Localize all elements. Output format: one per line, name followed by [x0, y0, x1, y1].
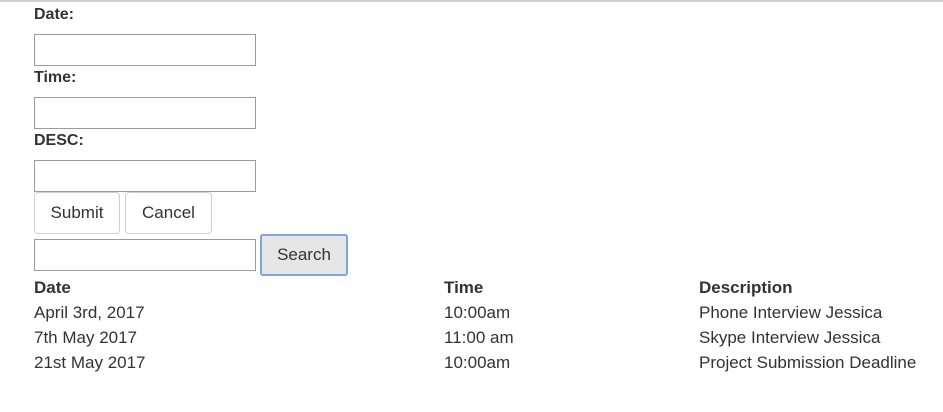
column-header-time: Time: [444, 278, 484, 297]
row-description-cell: Skype Interview Jessica: [699, 328, 881, 347]
row-time-cell: 10:00am: [444, 353, 511, 372]
row-time-cell: 11:00 am: [444, 328, 514, 347]
table-row: April 3rd, 2017 10:00am Phone Interview …: [34, 303, 939, 328]
desc-field[interactable]: [34, 160, 256, 192]
date-label: Date:: [34, 6, 75, 23]
page-top-border: [0, 0, 943, 2]
row-date-cell: April 3rd, 2017: [34, 303, 145, 322]
row-description-cell: Phone Interview Jessica: [699, 303, 883, 322]
submit-button[interactable]: Submit: [34, 192, 120, 234]
table-row: 7th May 2017 11:00 am Skype Interview Je…: [34, 328, 939, 353]
row-date-cell: 7th May 2017: [34, 328, 138, 347]
time-field[interactable]: [34, 97, 256, 129]
row-description-cell: Project Submission Deadline: [699, 353, 917, 372]
column-header-description: Description: [699, 278, 793, 297]
appointments-table: Date Time Description April 3rd, 2017 10…: [34, 278, 939, 378]
table-row: 21st May 2017 10:00am Project Submission…: [34, 353, 939, 378]
date-field[interactable]: [34, 34, 256, 66]
search-input[interactable]: [34, 239, 256, 271]
desc-label: DESC:: [34, 132, 84, 149]
row-time-cell: 10:00am: [444, 303, 511, 322]
time-label: Time:: [34, 69, 77, 86]
row-date-cell: 21st May 2017: [34, 353, 146, 372]
column-header-date: Date: [34, 278, 71, 297]
cancel-button[interactable]: Cancel: [125, 192, 212, 234]
table-header-row: Date Time Description: [34, 278, 939, 303]
search-button[interactable]: Search: [260, 234, 348, 276]
